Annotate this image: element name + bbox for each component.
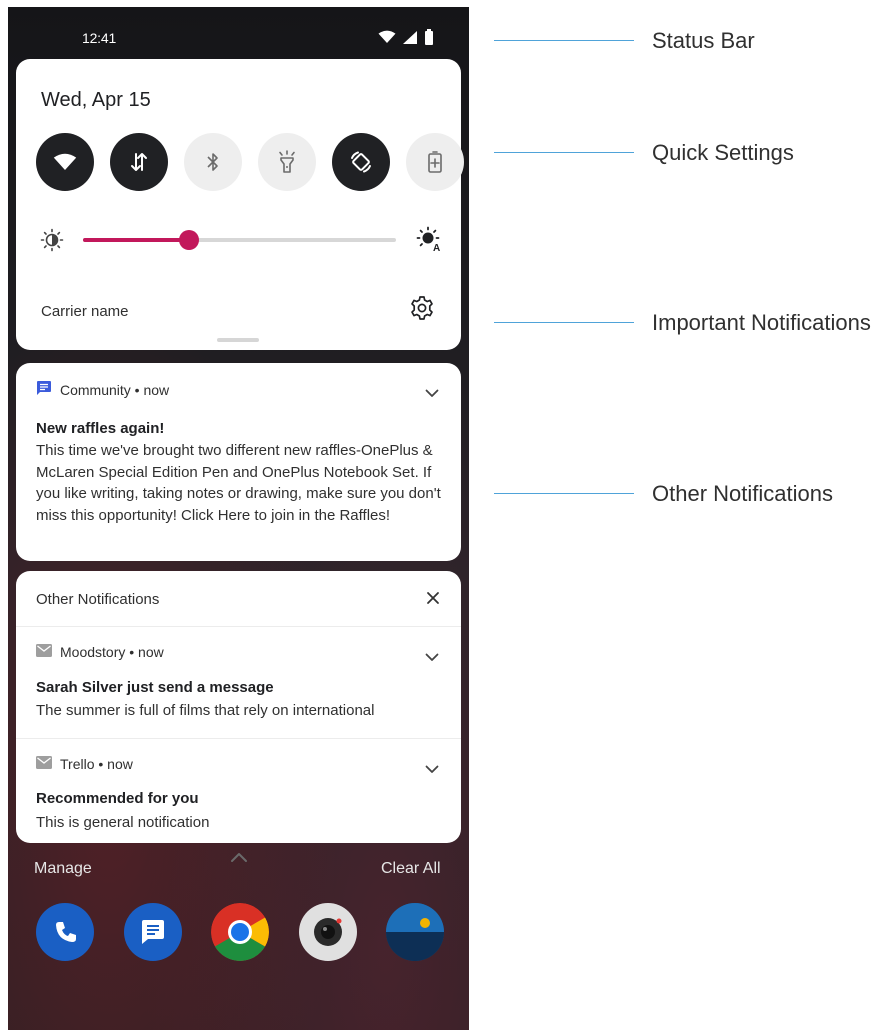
annotation-status-bar: Status Bar [652, 28, 755, 53]
tile-battery-saver[interactable] [406, 133, 464, 191]
brightness-slider[interactable] [83, 230, 396, 250]
auto-rotate-icon [348, 149, 374, 175]
mail-icon [36, 756, 52, 772]
notification-header: Moodstory • now [36, 644, 164, 660]
notification-body[interactable]: The summer is full of films that rely on… [36, 700, 446, 722]
notification-app-time: Moodstory • now [60, 644, 164, 660]
bluetooth-icon [206, 151, 220, 173]
chrome-icon[interactable] [211, 903, 269, 961]
notification-header: Trello • now [36, 756, 133, 772]
brightness-slider-thumb[interactable] [179, 230, 200, 250]
quick-settings-panel: Wed, Apr 15 A Carrier name [16, 59, 464, 350]
carrier-name: Carrier name [41, 303, 129, 320]
tile-bluetooth[interactable] [184, 133, 242, 191]
group-header: Other Notifications [36, 591, 160, 608]
notification-title[interactable]: Sarah Silver just send a message [36, 679, 274, 696]
tile-wifi[interactable] [36, 133, 94, 191]
camera-icon[interactable] [298, 903, 357, 961]
brightness-low-icon [40, 228, 64, 257]
tile-mobile-data[interactable] [110, 133, 168, 191]
clear-all-button[interactable]: Clear All [381, 860, 441, 878]
settings-gear-icon[interactable] [409, 295, 435, 326]
annotation-line-status-bar [494, 40, 634, 41]
annotation-line-important-notifications [494, 322, 634, 323]
quick-settings-tiles [36, 133, 464, 191]
annotation-important-notifications: Important Notifications [652, 310, 871, 335]
notification-title: New raffles again! [36, 420, 165, 437]
community-app-icon [36, 380, 52, 399]
expand-chevron-icon[interactable] [425, 385, 439, 403]
notification-header: Community • now [36, 380, 169, 399]
annotation-line-quick-settings [494, 152, 634, 153]
battery-icon [424, 29, 434, 45]
important-notification-card[interactable]: Community • now New raffles again! This … [16, 363, 461, 561]
phone-screen: 12:41 Wed, Apr 15 A Carrier name Communi… [8, 7, 469, 1030]
cell-signal-icon [402, 30, 418, 45]
flashlight-icon [277, 150, 297, 174]
drag-handle[interactable] [217, 338, 259, 342]
mobile-data-icon [129, 151, 149, 173]
mail-icon [36, 644, 52, 660]
manage-button[interactable]: Manage [34, 860, 92, 878]
status-time: 12:41 [82, 30, 117, 46]
close-icon[interactable] [426, 591, 440, 610]
brightness-slider-fill [83, 238, 190, 242]
annotation-other-notifications: Other Notifications [652, 481, 833, 506]
divider [16, 738, 461, 739]
auto-brightness-icon[interactable]: A [416, 226, 442, 257]
notification-title[interactable]: Recommended for you [36, 790, 199, 807]
other-notifications-card: Other Notifications Moodstory • now Sara… [16, 571, 461, 843]
messages-icon[interactable] [123, 903, 182, 961]
notification-app-time: Community • now [60, 381, 170, 398]
gallery-icon[interactable] [386, 903, 444, 961]
chevron-up-icon[interactable] [230, 850, 248, 868]
battery-saver-icon [427, 150, 443, 174]
phone-icon[interactable] [36, 903, 94, 961]
app-dock [36, 903, 444, 961]
tile-flashlight[interactable] [258, 133, 316, 191]
expand-chevron-icon[interactable] [425, 649, 439, 667]
status-bar: 12:41 [8, 7, 469, 59]
status-icons [378, 29, 434, 45]
annotation-quick-settings: Quick Settings [652, 140, 794, 165]
notification-body[interactable]: This is general notification [36, 812, 446, 834]
divider [16, 626, 461, 627]
wifi-icon [53, 153, 77, 171]
tile-auto-rotate[interactable] [332, 133, 390, 191]
notification-app-time: Trello • now [60, 756, 133, 772]
expand-chevron-icon[interactable] [425, 761, 439, 779]
brightness-control: A [40, 224, 440, 256]
qs-date: Wed, Apr 15 [41, 89, 151, 111]
wifi-icon [378, 30, 396, 44]
svg-text:A: A [433, 243, 440, 252]
annotation-line-other-notifications [494, 493, 634, 494]
notification-body: This time we've brought two different ne… [36, 442, 441, 524]
